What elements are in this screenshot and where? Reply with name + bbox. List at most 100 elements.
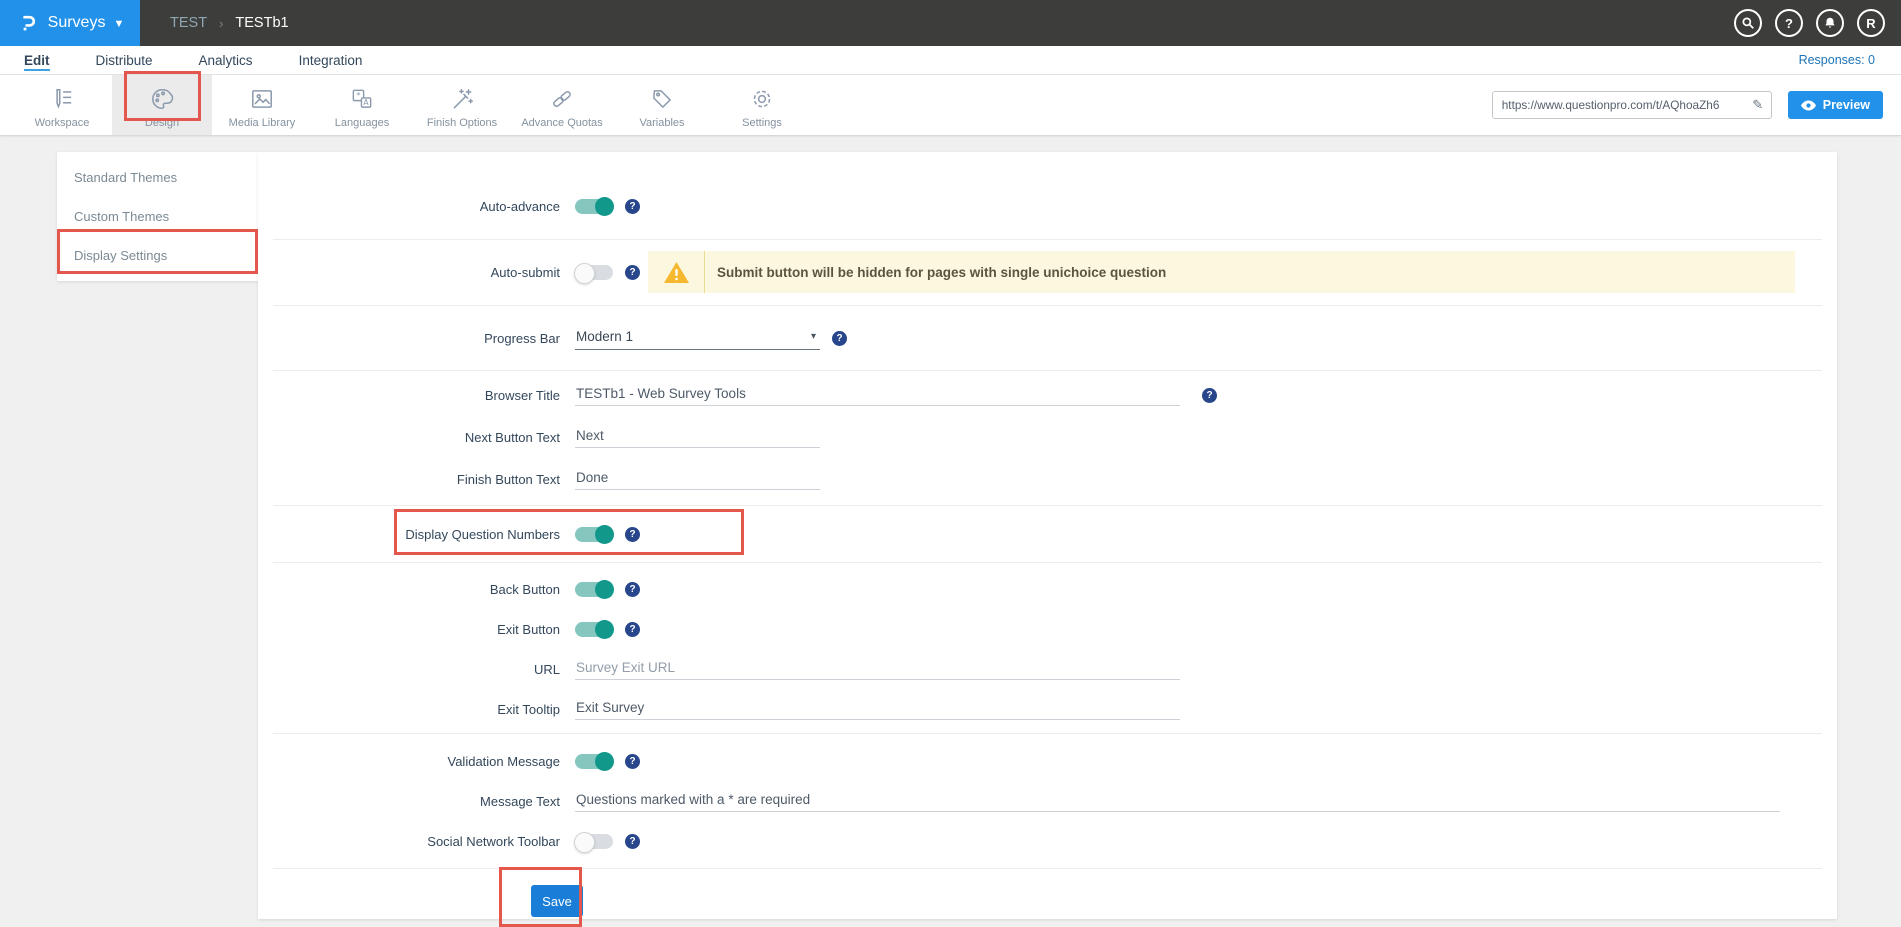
next-button-text-row: Next Button Text [273, 425, 1822, 449]
edit-url-icon[interactable]: ✎ [1745, 92, 1771, 118]
tab-edit[interactable]: Edit [24, 46, 50, 74]
exit-button-label: Exit Button [273, 622, 575, 637]
preview-button-label: Preview [1823, 98, 1870, 112]
section-progress-bar: Progress Bar Modern 1 ▾ ? [273, 305, 1822, 370]
toolbar-item-label: Design [145, 117, 179, 129]
auto-advance-help-icon[interactable]: ? [625, 199, 640, 214]
survey-url-input[interactable] [1493, 92, 1745, 118]
finish-button-text-row: Finish Button Text [273, 467, 1822, 491]
toolbar-item-variables[interactable]: Variables [612, 75, 712, 135]
variables-icon [649, 86, 675, 113]
auto-submit-toggle[interactable] [575, 265, 613, 280]
preview-button[interactable]: Preview [1788, 91, 1883, 119]
progress-bar-help-icon[interactable]: ? [832, 331, 847, 346]
sidebar-item-standard-themes[interactable]: Standard Themes [57, 158, 258, 197]
surveys-menu-label: Surveys [48, 14, 106, 32]
help-button[interactable]: ? [1775, 9, 1803, 37]
languages-icon: *A [349, 86, 375, 113]
eye-icon [1801, 100, 1816, 111]
display-settings-panel: Auto-advance ? Auto-submit ? Submit butt… [258, 152, 1837, 919]
progress-bar-select[interactable]: Modern 1 ▾ [575, 327, 820, 350]
display-question-numbers-toggle[interactable] [575, 527, 613, 542]
toolbar-item-advance-quotas[interactable]: Advance Quotas [512, 75, 612, 135]
design-icon [149, 86, 175, 113]
exit-url-input[interactable] [575, 658, 1180, 680]
sidebar-item-display-settings[interactable]: Display Settings [57, 236, 258, 275]
responses-count[interactable]: Responses: 0 [1799, 46, 1875, 74]
auto-submit-row: Auto-submit ? Submit button will be hidd… [273, 251, 1822, 293]
sidebar-item-custom-themes[interactable]: Custom Themes [57, 197, 258, 236]
toolbar-right: ✎ Preview [1492, 75, 1901, 135]
exit-button-toggle[interactable] [575, 622, 613, 637]
svg-text:*: * [356, 90, 360, 100]
exit-url-label: URL [273, 662, 575, 677]
section-save: Save [273, 868, 1822, 917]
back-button-help-icon[interactable]: ? [625, 582, 640, 597]
breadcrumb-parent[interactable]: TEST [170, 15, 207, 31]
exit-button-help-icon[interactable]: ? [625, 622, 640, 637]
section-buttons-text: Browser Title ? Next Button Text Finish … [273, 370, 1822, 505]
section-validation: Validation Message ? Message Text Social… [273, 733, 1822, 868]
display-question-numbers-row: Display Question Numbers ? [273, 522, 1822, 546]
back-button-label: Back Button [273, 582, 575, 597]
auto-advance-label: Auto-advance [273, 199, 575, 214]
next-button-text-label: Next Button Text [273, 430, 575, 445]
back-button-row: Back Button ? [273, 577, 1822, 601]
notifications-button[interactable] [1816, 9, 1844, 37]
toolbar-item-label: Languages [335, 117, 389, 129]
toolbar-item-workspace[interactable]: Workspace [12, 75, 112, 135]
display-question-numbers-label: Display Question Numbers [273, 527, 575, 542]
auto-submit-help-icon[interactable]: ? [625, 265, 640, 280]
toolbar-item-settings[interactable]: Settings [712, 75, 812, 135]
tab-analytics[interactable]: Analytics [199, 46, 253, 74]
toolbar-item-label: Variables [639, 117, 684, 129]
validation-message-label: Validation Message [273, 754, 575, 769]
search-button[interactable] [1734, 9, 1762, 37]
survey-tab-bar: Edit Distribute Analytics Integration Re… [0, 46, 1901, 75]
edit-toolbar: Workspace Design Media Library *A Langua… [0, 75, 1901, 136]
tab-distribute[interactable]: Distribute [96, 46, 153, 74]
search-icon [1741, 16, 1755, 30]
browser-title-help-icon[interactable]: ? [1202, 388, 1217, 403]
section-question-numbers: Display Question Numbers ? [273, 505, 1822, 562]
message-text-input[interactable] [575, 790, 1780, 812]
tab-integration[interactable]: Integration [299, 46, 363, 74]
exit-tooltip-input[interactable] [575, 698, 1180, 720]
questionpro-logo-icon [16, 11, 40, 35]
toolbar-item-design[interactable]: Design [112, 75, 212, 135]
chevron-down-icon: ▼ [113, 18, 124, 30]
display-question-numbers-help-icon[interactable]: ? [625, 527, 640, 542]
account-avatar[interactable]: R [1857, 9, 1885, 37]
next-button-text-input[interactable] [575, 426, 820, 448]
breadcrumb-current: TESTb1 [235, 15, 288, 31]
finish-button-text-input[interactable] [575, 468, 820, 490]
toolbar-item-finish-options[interactable]: Finish Options [412, 75, 512, 135]
toolbar-item-media-library[interactable]: Media Library [212, 75, 312, 135]
social-network-toolbar-toggle[interactable] [575, 834, 613, 849]
validation-message-help-icon[interactable]: ? [625, 754, 640, 769]
toolbar-item-label: Workspace [35, 117, 90, 129]
finish-button-text-label: Finish Button Text [273, 472, 575, 487]
exit-button-row: Exit Button ? [273, 617, 1822, 641]
auto-advance-toggle[interactable] [575, 199, 613, 214]
exit-url-row: URL [273, 657, 1822, 681]
social-network-toolbar-row: Social Network Toolbar ? [273, 829, 1822, 853]
breadcrumb: TEST › TESTb1 [140, 0, 1734, 46]
chevron-down-icon: ▾ [811, 331, 816, 342]
browser-title-label: Browser Title [273, 388, 575, 403]
save-button[interactable]: Save [531, 885, 583, 917]
surveys-menu[interactable]: Surveys ▼ [0, 0, 140, 46]
back-button-toggle[interactable] [575, 582, 613, 597]
warning-triangle-icon [648, 251, 705, 293]
settings-icon [749, 86, 775, 113]
topbar-actions: ? R [1734, 0, 1901, 46]
validation-message-toggle[interactable] [575, 754, 613, 769]
social-network-toolbar-help-icon[interactable]: ? [625, 834, 640, 849]
toolbar-item-languages[interactable]: *A Languages [312, 75, 412, 135]
design-sidebar: Standard Themes Custom Themes Display Se… [57, 152, 258, 281]
svg-text:A: A [363, 98, 369, 107]
browser-title-input[interactable] [575, 384, 1180, 406]
message-text-label: Message Text [273, 794, 575, 809]
avatar-initial: R [1866, 16, 1875, 31]
finish-options-icon [449, 86, 475, 113]
